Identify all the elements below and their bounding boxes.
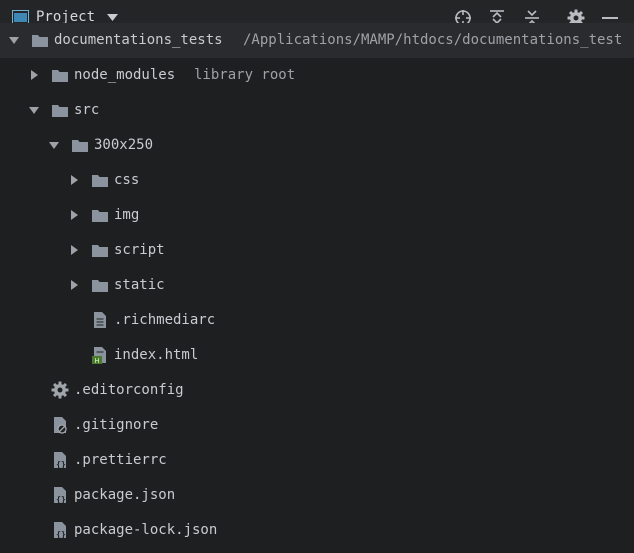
- chevron-down-icon[interactable]: [9, 35, 19, 45]
- chevron-right-icon[interactable]: [69, 175, 79, 185]
- tree-label-richmediarc: .richmediarc: [114, 312, 216, 328]
- project-window-icon: [12, 10, 29, 24]
- tree-row-richmediarc[interactable]: .richmediarc: [0, 303, 634, 338]
- tree-label-package-lock-json: package-lock.json: [74, 522, 218, 538]
- tree-row-src[interactable]: src: [0, 93, 634, 128]
- chevron-right-icon[interactable]: [69, 280, 79, 290]
- tree-row-package-lock-json[interactable]: {} package-lock.json: [0, 513, 634, 548]
- tree-label-index-html: index.html: [114, 347, 199, 363]
- html-file-icon: H: [92, 347, 106, 364]
- tree-label-img: img: [114, 207, 140, 223]
- tree-label-src: src: [74, 102, 100, 118]
- tree-label-static: static: [114, 277, 165, 293]
- tree-row-index-html[interactable]: H index.html: [0, 338, 634, 373]
- chevron-right-icon[interactable]: [69, 210, 79, 220]
- svg-text:{}: {}: [56, 530, 66, 539]
- tree-label-script: script: [114, 242, 165, 258]
- svg-text:H: H: [94, 357, 99, 364]
- tree-label-root: documentations_tests: [54, 32, 223, 48]
- tree-row-gitignore[interactable]: .gitignore: [0, 408, 634, 443]
- tree-label-package-json: package.json: [74, 487, 176, 503]
- tree-label-editorconfig: .editorconfig: [74, 382, 184, 398]
- gear-icon: [51, 381, 69, 399]
- tree-row-img[interactable]: img: [0, 198, 634, 233]
- library-root-hint: library root: [194, 67, 296, 83]
- chevron-down-icon[interactable]: [49, 140, 59, 150]
- tree-label-gitignore: .gitignore: [74, 417, 159, 433]
- config-file-icon: {}: [54, 452, 66, 469]
- chevron-right-icon[interactable]: [29, 70, 39, 80]
- tree-label-node-modules: node_modules: [74, 67, 176, 83]
- json-file-icon: {}: [54, 522, 66, 539]
- tree-row-css[interactable]: css: [0, 163, 634, 198]
- folder-icon: [72, 140, 88, 152]
- chevron-down-icon[interactable]: [107, 14, 118, 21]
- tree-label-prettierrc: .prettierrc: [74, 452, 167, 468]
- svg-text:{}: {}: [56, 460, 66, 469]
- tree-row-node-modules[interactable]: node_modules library root: [0, 58, 634, 93]
- ignore-file-icon: [54, 417, 67, 434]
- chevron-right-icon[interactable]: [69, 245, 79, 255]
- folder-icon: [92, 280, 108, 292]
- folder-icon: [92, 245, 108, 257]
- text-file-icon: [94, 312, 106, 328]
- tree-row-prettierrc[interactable]: {} .prettierrc: [0, 443, 634, 478]
- json-file-icon: {}: [54, 487, 66, 504]
- tree-row-static[interactable]: static: [0, 268, 634, 303]
- tree-row-300x250[interactable]: 300x250: [0, 128, 634, 163]
- tree-row-package-json[interactable]: {} package.json: [0, 478, 634, 513]
- folder-icon: [92, 210, 108, 222]
- root-path: /Applications/MAMP/htdocs/documentations…: [243, 32, 623, 48]
- tree-label-css: css: [114, 172, 140, 188]
- folder-icon: [52, 70, 68, 82]
- folder-icon: [52, 105, 68, 117]
- folder-icon: [32, 35, 48, 47]
- tree-label-300x250: 300x250: [94, 137, 154, 153]
- tree-row-root[interactable]: documentations_tests /Applications/MAMP/…: [0, 23, 634, 58]
- svg-text:{}: {}: [56, 495, 66, 504]
- tree-row-script[interactable]: script: [0, 233, 634, 268]
- chevron-down-icon[interactable]: [29, 105, 39, 115]
- folder-icon: [92, 175, 108, 187]
- tree-row-editorconfig[interactable]: .editorconfig: [0, 373, 634, 408]
